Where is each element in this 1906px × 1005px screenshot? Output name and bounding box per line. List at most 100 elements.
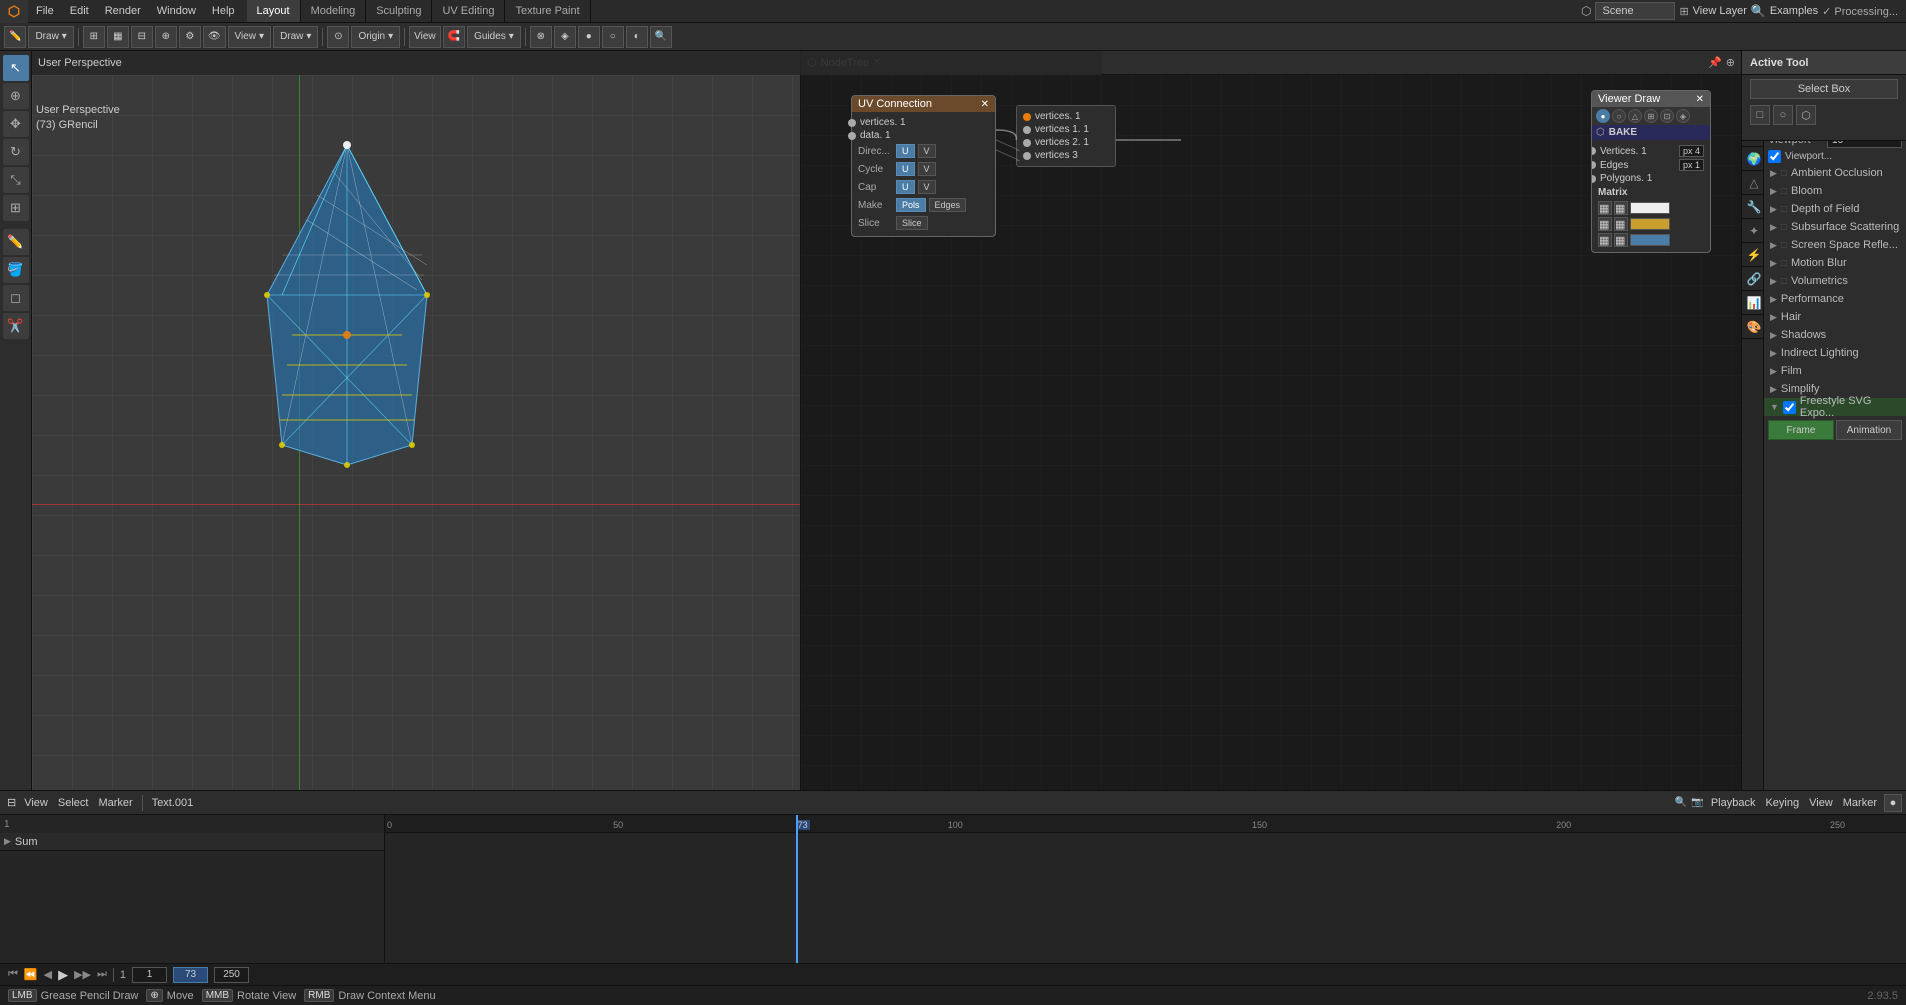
freestyle-item[interactable]: ▼ Freestyle SVG Expo...	[1764, 398, 1906, 416]
viewer-icon-5[interactable]: ⊡	[1660, 109, 1674, 123]
at-icon-1[interactable]: □	[1750, 105, 1770, 125]
current-frame-input[interactable]	[173, 967, 208, 983]
window-menu[interactable]: Window	[149, 0, 204, 22]
icon-btn-2[interactable]: ▦	[107, 26, 129, 48]
cap-u-btn[interactable]: U	[896, 180, 915, 194]
performance-item[interactable]: ▶ Performance	[1764, 290, 1906, 308]
prop-tab-particles[interactable]: ✦	[1742, 219, 1764, 243]
yellow-swatch[interactable]	[1630, 218, 1670, 230]
tab-sculpting[interactable]: Sculpting	[366, 0, 432, 22]
viewer-icon-4[interactable]: ⊞	[1644, 109, 1658, 123]
rotate-tool[interactable]: ↻	[3, 139, 29, 165]
motion-blur-item[interactable]: ▶ □ Motion Blur	[1764, 254, 1906, 272]
scale-tool[interactable]: ⤡	[3, 167, 29, 193]
file-menu[interactable]: File	[28, 0, 62, 22]
icon-btn-5[interactable]: ⚙	[179, 26, 201, 48]
edges-btn[interactable]: Edges	[929, 198, 967, 212]
help-menu[interactable]: Help	[204, 0, 243, 22]
tab-texture-paint[interactable]: Texture Paint	[505, 0, 590, 22]
xray-btn[interactable]: ◈	[554, 26, 576, 48]
tl-keying-menu[interactable]: Keying	[1762, 797, 1802, 809]
play-end-icon[interactable]: ⏭	[97, 968, 107, 981]
depth-of-field-item[interactable]: ▶ □ Depth of Field	[1764, 200, 1906, 218]
tl-circle-btn[interactable]: ●	[1884, 794, 1902, 812]
icon-btn-1[interactable]: ⊞	[83, 26, 105, 48]
prop-tab-object[interactable]: △	[1742, 171, 1764, 195]
play-fwd-icon[interactable]: ▶▶	[74, 968, 91, 981]
draw-tool[interactable]: ✏️	[3, 229, 29, 255]
frame-button[interactable]: Frame	[1768, 420, 1834, 440]
proportional-btn[interactable]: ⊗	[530, 26, 552, 48]
cycle-v-btn[interactable]: V	[918, 162, 936, 176]
tab-uv-editing[interactable]: UV Editing	[432, 0, 505, 22]
white-swatch[interactable]	[1630, 202, 1670, 214]
prop-tab-physics[interactable]: ⚡	[1742, 243, 1764, 267]
uv-node-close-icon[interactable]: ✕	[981, 99, 989, 110]
select-box-button[interactable]: Select Box	[1750, 79, 1898, 99]
view-dropdown[interactable]: View ▾	[228, 26, 272, 48]
blue-swatch[interactable]	[1630, 234, 1670, 246]
select-tool[interactable]: ↖	[3, 55, 29, 81]
viewer-icon-3[interactable]: △	[1628, 109, 1642, 123]
move-tool[interactable]: ✥	[3, 111, 29, 137]
guides-dropdown[interactable]: Guides ▾	[467, 26, 521, 48]
start-frame-input[interactable]	[132, 967, 167, 983]
tl-marker-menu2[interactable]: Marker	[1840, 797, 1880, 809]
viewer-icon-2[interactable]: ○	[1612, 109, 1626, 123]
node-canvas[interactable]: UV Connection ✕ vertices. 1 data. 1 Dire…	[801, 75, 1741, 790]
icon-btn-3[interactable]: ⊟	[131, 26, 153, 48]
origin-dropdown[interactable]: Origin ▾	[351, 26, 400, 48]
edit-menu[interactable]: Edit	[62, 0, 97, 22]
ssr-item[interactable]: ▶ □ Screen Space Refle...	[1764, 236, 1906, 254]
view-btn-2[interactable]: View	[409, 26, 441, 48]
pols-btn[interactable]: Pols	[896, 198, 926, 212]
cursor-tool[interactable]: ⊕	[3, 83, 29, 109]
shadows-item[interactable]: ▶ Shadows	[1764, 326, 1906, 344]
pivot-btn[interactable]: ⊙	[327, 26, 349, 48]
search-icon[interactable]: 🔍	[1751, 4, 1766, 18]
node-editor-menu-1[interactable]: ⊕	[1726, 56, 1735, 69]
node-editor[interactable]: ⬡ NodeTree ✕ 📌 ⊕ UV Connection ✕ vertice…	[800, 51, 1741, 790]
viewer-draw-node[interactable]: Viewer Draw ✕ ● ○ △ ⊞ ⊡ ◈ ⬡ BAKE Ve	[1591, 90, 1711, 253]
at-icon-3[interactable]: ⬡	[1796, 105, 1816, 125]
transform-tool[interactable]: ⊞	[3, 195, 29, 221]
fs-checkbox[interactable]	[1783, 401, 1796, 414]
uv-connection-node[interactable]: UV Connection ✕ vertices. 1 data. 1 Dire…	[851, 95, 996, 237]
play-start-icon[interactable]: ⏮	[8, 968, 18, 981]
tl-playback-menu[interactable]: Playback	[1708, 797, 1759, 809]
viewer-icon-1[interactable]: ●	[1596, 109, 1610, 123]
bloom-item[interactable]: ▶ □ Bloom	[1764, 182, 1906, 200]
viewport-denoising-checkbox[interactable]	[1768, 150, 1781, 163]
viewer-close-icon[interactable]: ✕	[1696, 94, 1704, 105]
shading-solid-btn[interactable]: ●	[578, 26, 600, 48]
tl-zoom-icon[interactable]: 🔍	[1675, 797, 1687, 808]
tl-view-menu2[interactable]: View	[1806, 797, 1836, 809]
draw-mode-dropdown[interactable]: Draw ▾	[28, 26, 73, 48]
draw-dropdown[interactable]: Draw ▾	[273, 26, 318, 48]
prop-tab-modifier[interactable]: 🔧	[1742, 195, 1764, 219]
scene-name-input[interactable]	[1595, 2, 1675, 20]
prop-tab-world[interactable]: 🌍	[1742, 147, 1764, 171]
tl-view-menu[interactable]: View	[21, 797, 51, 809]
play-icon[interactable]: ▶	[58, 967, 68, 983]
prop-tab-material[interactable]: 🎨	[1742, 315, 1764, 339]
icon-btn-4[interactable]: ⊕	[155, 26, 177, 48]
fill-tool[interactable]: 🪣	[3, 257, 29, 283]
cap-v-btn[interactable]: V	[918, 180, 936, 194]
slice-btn[interactable]: Slice	[896, 216, 928, 230]
tab-modeling[interactable]: Modeling	[301, 0, 367, 22]
direc-v-btn[interactable]: V	[918, 144, 936, 158]
tool-selector-btn[interactable]: ✏️	[4, 26, 26, 48]
tl-select-menu[interactable]: Select	[55, 797, 92, 809]
direc-u-btn[interactable]: U	[896, 144, 915, 158]
prop-tab-data[interactable]: 📊	[1742, 291, 1764, 315]
sss-item[interactable]: ▶ □ Subsurface Scattering	[1764, 218, 1906, 236]
film-item[interactable]: ▶ Film	[1764, 362, 1906, 380]
tl-camera2-icon[interactable]: 📷	[1691, 797, 1703, 808]
node-pin-icon[interactable]: 📌	[1708, 56, 1722, 69]
cycle-u-btn[interactable]: U	[896, 162, 915, 176]
volumetrics-item[interactable]: ▶ □ Volumetrics	[1764, 272, 1906, 290]
snapping-btn[interactable]: 🧲	[443, 26, 465, 48]
shading-wire-btn[interactable]: ○	[602, 26, 624, 48]
tl-marker-menu[interactable]: Marker	[95, 797, 135, 809]
